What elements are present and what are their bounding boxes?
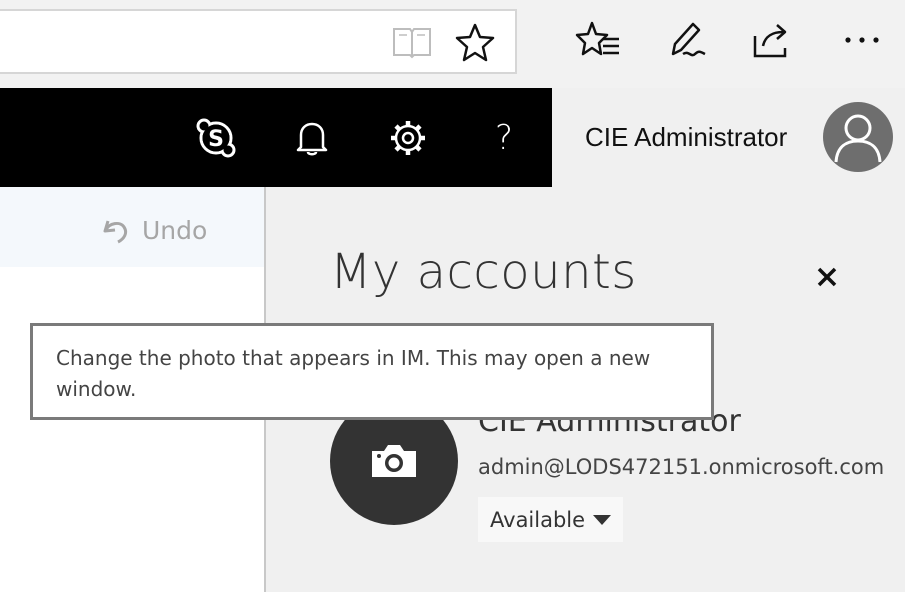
skype-icon[interactable]: S bbox=[192, 115, 240, 161]
app-root: S ? CIE Administrator Undo My accounts C… bbox=[0, 0, 905, 592]
close-icon bbox=[817, 267, 837, 287]
web-note-pen-icon[interactable] bbox=[663, 18, 711, 62]
header-user-name[interactable]: CIE Administrator bbox=[585, 122, 787, 153]
close-button[interactable] bbox=[812, 262, 842, 292]
content-area bbox=[0, 267, 264, 592]
favorite-star-icon[interactable] bbox=[455, 22, 495, 62]
photo-tooltip: Change the photo that appears in IM. Thi… bbox=[30, 323, 714, 420]
reading-view-icon[interactable] bbox=[392, 25, 432, 59]
bell-icon[interactable] bbox=[288, 115, 336, 161]
svg-text:S: S bbox=[208, 127, 224, 152]
favorites-hub-icon[interactable] bbox=[574, 18, 622, 62]
undo-button[interactable]: Undo bbox=[100, 212, 207, 248]
undo-icon bbox=[103, 220, 128, 244]
avatar[interactable] bbox=[823, 102, 893, 172]
status-dropdown[interactable]: Available bbox=[478, 497, 623, 542]
user-area[interactable]: CIE Administrator bbox=[552, 88, 905, 187]
account-email: admin@LODS472151.onmicrosoft.com bbox=[478, 455, 885, 479]
more-icon[interactable] bbox=[838, 18, 886, 62]
status-value: Available bbox=[490, 507, 586, 532]
person-icon bbox=[834, 114, 882, 163]
gear-icon[interactable] bbox=[384, 115, 432, 161]
panel-title: My accounts bbox=[330, 244, 637, 300]
help-icon[interactable]: ? bbox=[480, 115, 528, 161]
share-icon[interactable] bbox=[748, 18, 796, 62]
browser-toolbar bbox=[0, 0, 905, 88]
undo-label: Undo bbox=[142, 215, 208, 245]
office-header: S ? bbox=[0, 88, 552, 187]
address-bar[interactable] bbox=[0, 9, 517, 74]
tooltip-text: Change the photo that appears in IM. Thi… bbox=[56, 346, 651, 401]
caret-down-icon bbox=[593, 514, 612, 525]
camera-icon bbox=[372, 445, 416, 477]
